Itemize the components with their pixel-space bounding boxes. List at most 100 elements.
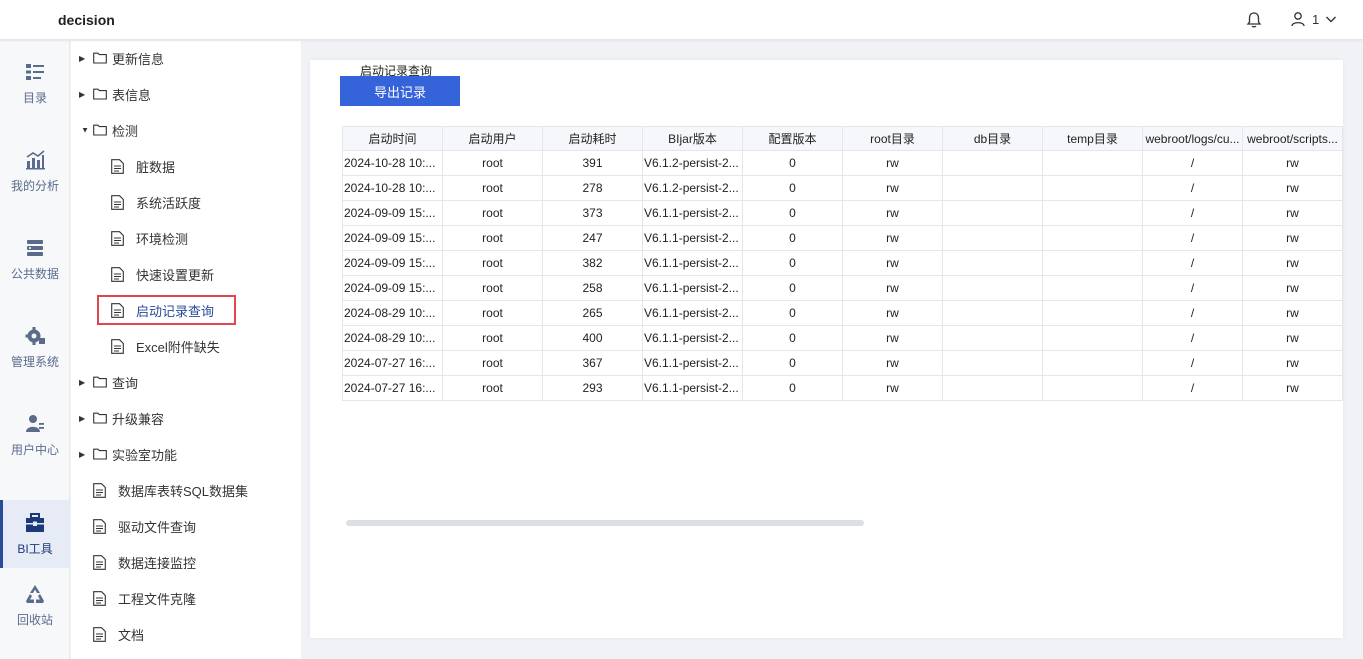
table-cell	[942, 375, 1043, 401]
gear-icon	[25, 326, 45, 345]
column-header[interactable]: webroot/scripts...	[1242, 126, 1343, 151]
tree-file[interactable]: 数据连接监控	[93, 552, 196, 572]
nav-item-recycle-bin[interactable]: 回收站	[0, 571, 70, 639]
tree-folder[interactable]: ▶ 更新信息	[79, 48, 164, 68]
document-icon	[111, 266, 124, 282]
document-icon	[93, 590, 106, 606]
table-cell: 0	[742, 350, 843, 376]
top-bar: decision 1	[0, 0, 1363, 40]
column-header[interactable]: db目录	[942, 126, 1043, 151]
column-header[interactable]: webroot/logs/cu...	[1142, 126, 1243, 151]
nav-item-public-data[interactable]: 公共数据	[0, 225, 70, 293]
table-cell: 0	[742, 300, 843, 326]
table-cell: rw	[842, 250, 943, 276]
tree-file[interactable]: 快速设置更新	[111, 264, 214, 284]
nav-item-bi-tools[interactable]: BI工具	[0, 500, 70, 568]
tree-folder[interactable]: ▶ 升级兼容	[79, 408, 164, 428]
tree-folder[interactable]: ▶ 表信息	[79, 84, 151, 104]
tree-label: 启动记录查询	[136, 303, 215, 319]
tree-folder[interactable]: ▶ 查询	[79, 372, 138, 392]
bell-icon[interactable]	[1245, 11, 1263, 29]
tree-file[interactable]: 数据库表转SQL数据集	[93, 480, 248, 500]
column-header[interactable]: root目录	[842, 126, 943, 151]
tree-file[interactable]: 驱动文件查询	[93, 516, 196, 536]
column-header[interactable]: BIjar版本	[642, 126, 743, 151]
column-header[interactable]: 配置版本	[742, 126, 843, 151]
table-cell	[942, 300, 1043, 326]
startup-records-table: 启动时间 启动用户 启动耗时 BIjar版本 配置版本 root目录 db目录 temp目录 w…	[342, 126, 1343, 401]
nav-item-catalog[interactable]: 目录	[0, 49, 70, 117]
table-cell: /	[1142, 350, 1243, 376]
tree-file-selected[interactable]: 启动记录查询	[97, 295, 236, 325]
table-cell: 2024-07-27 16:...	[342, 350, 443, 376]
horizontal-scrollbar[interactable]	[346, 520, 864, 526]
export-records-button[interactable]: 导出记录	[340, 76, 460, 106]
chevron-down-icon	[1326, 16, 1337, 23]
table-cell: 2024-07-27 16:...	[342, 375, 443, 401]
table-row[interactable]: 2024-09-09 15:... root 373 V6.1.1-persist-2…	[342, 200, 1343, 226]
nav-item-my-analysis[interactable]: 我的分析	[0, 137, 70, 205]
table-cell	[942, 200, 1043, 226]
table-cell: 293	[542, 375, 643, 401]
table-cell: rw	[842, 375, 943, 401]
caret-right-icon[interactable]: ▶	[79, 450, 89, 459]
caret-right-icon[interactable]: ▶	[79, 414, 89, 423]
caret-right-icon[interactable]: ▶	[79, 54, 89, 63]
nav-item-admin-system[interactable]: 管理系统	[0, 313, 70, 381]
column-header[interactable]: 启动耗时	[542, 126, 643, 151]
column-header[interactable]: temp目录	[1042, 126, 1143, 151]
tree-file[interactable]: 系统活跃度	[111, 192, 201, 212]
folder-icon	[93, 124, 107, 136]
main-panel: 启动记录查询 导出记录 启动时间 启动用户 启动耗时 BIjar版本 配置版本 root目…	[310, 60, 1343, 638]
table-cell: 391	[542, 150, 643, 176]
table-cell: root	[442, 350, 543, 376]
tree-label: Excel附件缺失	[136, 339, 220, 355]
tree-file[interactable]: Excel附件缺失	[111, 336, 220, 356]
user-menu[interactable]: 1	[1290, 11, 1337, 27]
table-cell: rw	[842, 200, 943, 226]
nav-label: 管理系统	[10, 354, 59, 369]
caret-right-icon[interactable]: ▶	[79, 378, 89, 387]
table-row[interactable]: 2024-10-28 10:... root 278 V6.1.2-persist-2…	[342, 175, 1343, 201]
table-cell: 265	[542, 300, 643, 326]
table-cell: 0	[742, 200, 843, 226]
table-row[interactable]: 2024-08-29 10:... root 265 V6.1.1-persist-2…	[342, 300, 1343, 326]
table-cell: V6.1.2-persist-2...	[642, 175, 743, 201]
table-cell	[1042, 225, 1143, 251]
table-cell: 0	[742, 275, 843, 301]
caret-down-icon[interactable]: ▲	[79, 126, 89, 135]
table-cell: rw	[1242, 300, 1343, 326]
document-icon	[111, 338, 124, 354]
table-cell: root	[442, 175, 543, 201]
tree-file[interactable]: 脏数据	[111, 156, 175, 176]
table-row[interactable]: 2024-09-09 15:... root 382 V6.1.1-persist-2…	[342, 250, 1343, 276]
table-cell: root	[442, 375, 543, 401]
tree-folder[interactable]: ▶ 实验室功能	[79, 444, 177, 464]
table-row[interactable]: 2024-09-09 15:... root 258 V6.1.1-persist-2…	[342, 275, 1343, 301]
table-cell: root	[442, 250, 543, 276]
table-row[interactable]: 2024-08-29 10:... root 400 V6.1.1-persist-2…	[342, 325, 1343, 351]
column-header[interactable]: 启动时间	[342, 126, 443, 151]
table-row[interactable]: 2024-10-28 10:... root 391 V6.1.2-persist-2…	[342, 150, 1343, 176]
table-cell: V6.1.1-persist-2...	[642, 300, 743, 326]
table-cell	[1042, 275, 1143, 301]
table-cell: /	[1142, 300, 1243, 326]
table-row[interactable]: 2024-09-09 15:... root 247 V6.1.1-persist-2…	[342, 225, 1343, 251]
table-row[interactable]: 2024-07-27 16:... root 367 V6.1.1-persist-2…	[342, 350, 1343, 376]
tree-folder[interactable]: ▲ 检测	[79, 120, 138, 140]
table-cell	[1042, 300, 1143, 326]
caret-right-icon[interactable]: ▶	[79, 90, 89, 99]
table-row[interactable]: 2024-07-27 16:... root 293 V6.1.1-persist-2…	[342, 375, 1343, 401]
table-cell	[1042, 250, 1143, 276]
table-cell: rw	[1242, 200, 1343, 226]
tree-file[interactable]: 环境检测	[111, 228, 188, 248]
table-cell: 2024-08-29 10:...	[342, 300, 443, 326]
tree-file[interactable]: 文档	[93, 624, 144, 644]
table-cell	[942, 175, 1043, 201]
table-cell: 0	[742, 325, 843, 351]
table-cell: V6.1.1-persist-2...	[642, 200, 743, 226]
column-header[interactable]: 启动用户	[442, 126, 543, 151]
table-cell	[942, 225, 1043, 251]
tree-file[interactable]: 工程文件克隆	[93, 588, 196, 608]
nav-item-user-center[interactable]: 用户中心	[0, 401, 70, 469]
